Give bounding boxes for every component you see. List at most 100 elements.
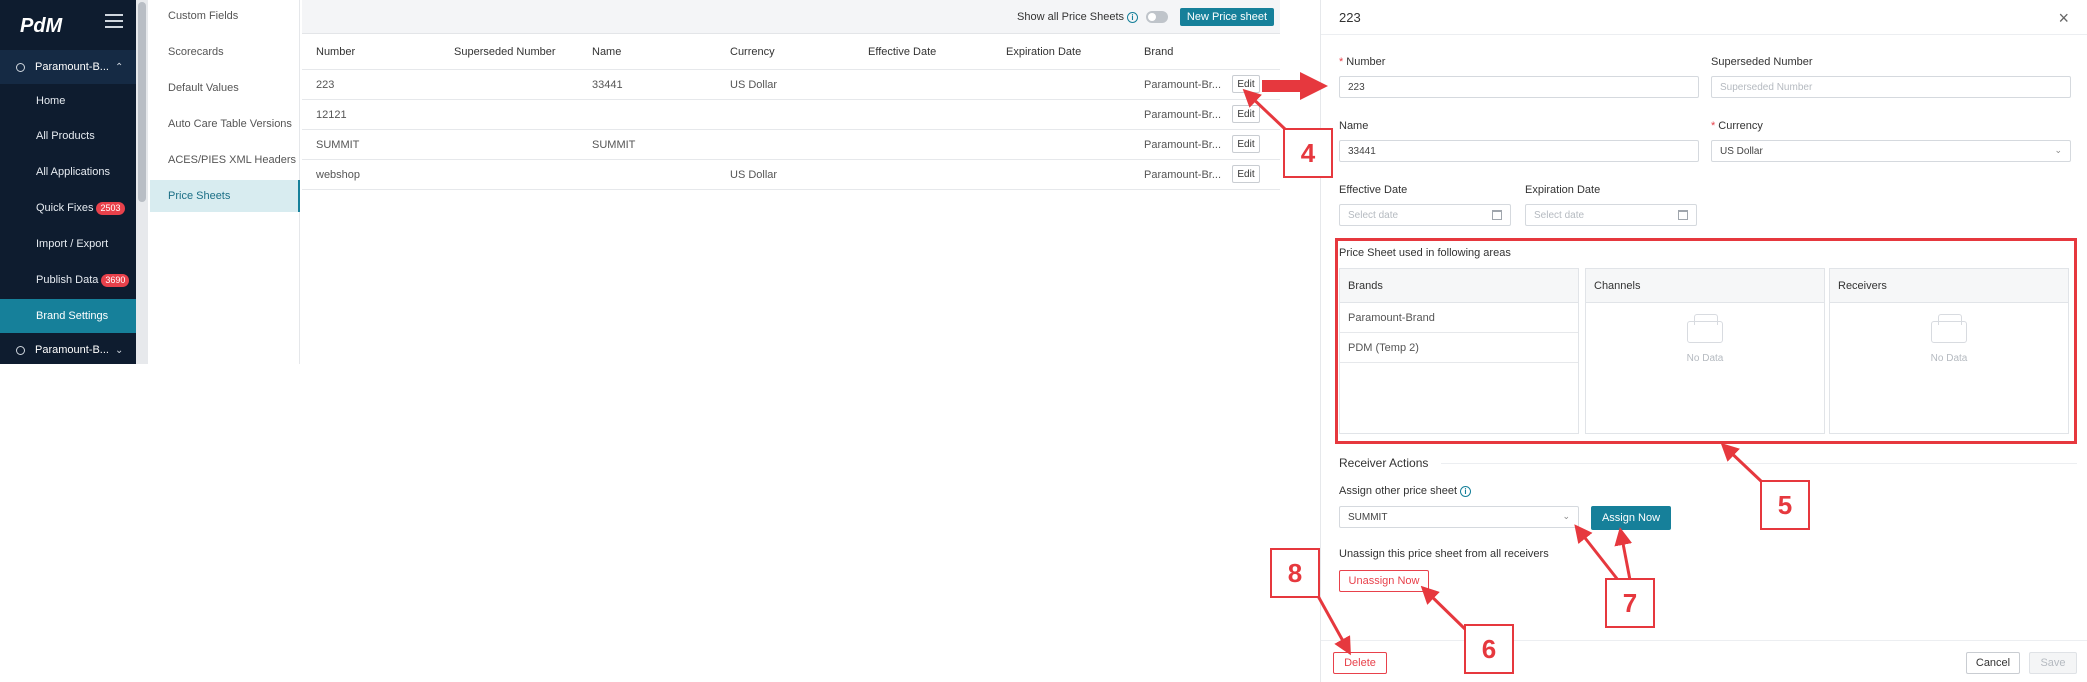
sidebar-scrollbar[interactable] xyxy=(136,0,148,364)
panel-title: 223 xyxy=(1339,10,1361,25)
currency-label: * Currency xyxy=(1711,120,1763,132)
workspace-label: Paramount-B... xyxy=(35,61,109,73)
edit-button[interactable]: Edit xyxy=(1232,165,1260,183)
svg-text:PdM: PdM xyxy=(20,15,64,37)
close-icon[interactable]: × xyxy=(2058,8,2069,29)
number-input[interactable]: 223 xyxy=(1339,76,1699,98)
cell-brand: Paramount-Br... xyxy=(1144,79,1222,91)
submenu-label: Default Values xyxy=(168,82,239,94)
required-mark: * xyxy=(1339,56,1344,68)
chevron-up-icon: ⌃ xyxy=(114,61,124,73)
effective-date-label: Effective Date xyxy=(1339,184,1408,196)
chevron-down-icon: ⌄ xyxy=(114,344,124,356)
table-row[interactable]: 12121 Paramount-Br... Edit xyxy=(302,100,1280,130)
nav-quick-fixes[interactable]: Quick Fixes 2503 xyxy=(0,191,136,225)
count-badge: 3690 xyxy=(101,273,130,287)
info-icon[interactable]: i xyxy=(1460,485,1472,497)
cell-number: 223 xyxy=(316,79,335,91)
column-header[interactable]: Effective Date xyxy=(868,46,936,58)
cell-name: SUMMIT xyxy=(592,139,636,151)
effective-date-picker[interactable]: Select date xyxy=(1339,204,1511,226)
submenu-aces-pies-xml-headers[interactable]: ACES/PIES XML Headers xyxy=(150,144,300,176)
unassign-label: Unassign this price sheet from all recei… xyxy=(1339,548,1549,560)
nav-brand-settings[interactable]: Brand Settings xyxy=(0,299,136,333)
submenu-price-sheets[interactable]: Price Sheets xyxy=(150,180,300,212)
nav-label: Brand Settings xyxy=(36,310,109,322)
submenu-label: Auto Care Table Versions xyxy=(168,118,292,130)
edit-button[interactable]: Edit xyxy=(1232,135,1260,153)
assign-price-sheet-select[interactable]: SUMMIT ⌄ xyxy=(1339,506,1579,528)
superseded-number-input[interactable]: Superseded Number xyxy=(1711,76,2071,98)
nav-label: Publish Data xyxy=(36,274,99,286)
currency-value: US Dollar xyxy=(1720,145,1763,157)
submenu-auto-care-table-versions[interactable]: Auto Care Table Versions xyxy=(150,108,300,140)
calendar-icon xyxy=(1492,210,1502,220)
nav-publish-data[interactable]: Publish Data 3690 xyxy=(0,263,136,297)
cell-name: 33441 xyxy=(592,79,623,91)
show-all-switch[interactable] xyxy=(1146,11,1168,23)
cell-brand: Paramount-Br... xyxy=(1144,139,1222,151)
currency-select[interactable]: US Dollar ⌄ xyxy=(1711,140,2071,162)
cell-currency: US Dollar xyxy=(730,169,778,181)
nav-label: Home xyxy=(36,95,66,107)
scrollbar-thumb[interactable] xyxy=(138,2,146,202)
new-price-sheet-button[interactable]: New Price sheet xyxy=(1179,8,1274,26)
table-row[interactable]: 223 33441 US Dollar Paramount-Br... Edit xyxy=(302,70,1280,100)
table-toolbar: Show all Price Sheets i New Price sheet xyxy=(302,0,1280,34)
delete-button[interactable]: Delete xyxy=(1333,652,1387,674)
info-icon[interactable]: i xyxy=(1127,11,1138,23)
workspace-label: Paramount-B... xyxy=(35,344,109,356)
workspace-selector-2[interactable]: Paramount-B... ⌄ xyxy=(0,336,136,364)
unassign-now-button[interactable]: Unassign Now xyxy=(1339,570,1429,592)
callout-7: 7 xyxy=(1605,578,1655,628)
divider xyxy=(1441,463,2077,464)
edit-button[interactable]: Edit xyxy=(1232,75,1260,93)
menu-collapse-icon[interactable] xyxy=(105,14,123,30)
column-header[interactable]: Currency xyxy=(730,46,775,58)
expiration-date-picker[interactable]: Select date xyxy=(1525,204,1697,226)
save-button[interactable]: Save xyxy=(2029,652,2077,674)
edit-button[interactable]: Edit xyxy=(1232,105,1260,123)
superseded-label: Superseded Number xyxy=(1711,56,1813,68)
nav-import-export[interactable]: Import / Export xyxy=(0,227,136,261)
highlight-box-usage xyxy=(1335,238,2077,444)
column-header[interactable]: Expiration Date xyxy=(1006,46,1081,58)
table-row[interactable]: webshop US Dollar Paramount-Br... Edit xyxy=(302,160,1280,190)
settings-submenu: Custom Fields Scorecards Default Values … xyxy=(150,0,300,364)
assign-select-value: SUMMIT xyxy=(1348,511,1388,523)
pdm-logo[interactable]: PdM xyxy=(20,10,64,38)
nav-label: Quick Fixes xyxy=(36,202,94,214)
nav-label: All Products xyxy=(36,130,95,142)
column-header[interactable]: Name xyxy=(592,46,621,58)
cancel-button[interactable]: Cancel xyxy=(1966,652,2020,674)
table-row[interactable]: SUMMIT SUMMIT Paramount-Br... Edit xyxy=(302,130,1280,160)
column-header[interactable]: Number xyxy=(316,46,355,58)
nav-all-products[interactable]: All Products xyxy=(0,119,136,153)
count-badge: 2503 xyxy=(96,201,125,215)
submenu-custom-fields[interactable]: Custom Fields xyxy=(150,0,300,32)
divider xyxy=(1321,640,2087,641)
workspace-selector[interactable]: Paramount-B... ⌃ xyxy=(0,50,136,84)
assign-now-button[interactable]: Assign Now xyxy=(1591,506,1671,530)
callout-4: 4 xyxy=(1283,128,1333,178)
required-mark: * xyxy=(1711,120,1716,132)
receiver-actions-title: Receiver Actions xyxy=(1339,456,1429,470)
nav-all-applications[interactable]: All Applications xyxy=(0,155,136,189)
column-header[interactable]: Brand xyxy=(1144,46,1173,58)
calendar-icon xyxy=(1678,210,1688,220)
submenu-default-values[interactable]: Default Values xyxy=(150,72,300,104)
assign-label: Assign other price sheet xyxy=(1339,485,1458,497)
table-header: Number Superseded Number Name Currency E… xyxy=(302,36,1280,70)
expiration-date-label: Expiration Date xyxy=(1525,184,1601,196)
callout-5: 5 xyxy=(1760,480,1810,530)
submenu-label: Custom Fields xyxy=(168,10,239,22)
submenu-scorecards[interactable]: Scorecards xyxy=(150,36,300,68)
nav-home[interactable]: Home xyxy=(0,84,136,118)
price-sheet-edit-panel: 223 × * Number 223 Superseded Number Supe… xyxy=(1320,0,2087,682)
expiration-date-placeholder: Select date xyxy=(1534,209,1585,221)
show-all-toggle-group: Show all Price Sheets i xyxy=(1017,11,1168,23)
column-header[interactable]: Superseded Number xyxy=(454,46,556,58)
name-input[interactable]: 33441 xyxy=(1339,140,1699,162)
eye-icon xyxy=(16,62,25,72)
callout-8: 8 xyxy=(1270,548,1320,598)
